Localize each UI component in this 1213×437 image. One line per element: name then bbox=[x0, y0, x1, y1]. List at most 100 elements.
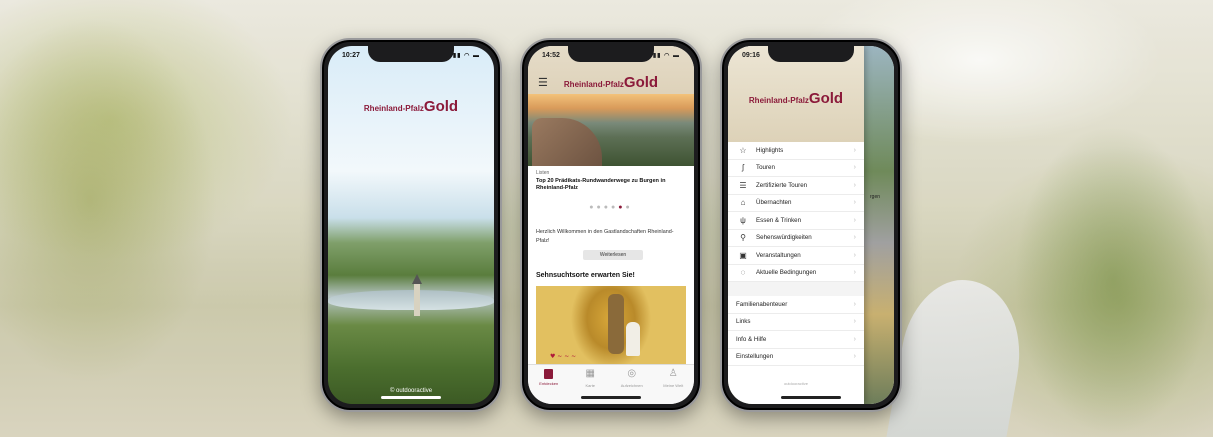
star-icon: ☆ bbox=[739, 145, 747, 155]
menu-item-label: Familienabenteuer bbox=[736, 300, 788, 308]
menu-item-label: Einstellungen bbox=[736, 353, 774, 361]
map-icon: ▦ bbox=[585, 368, 595, 379]
caption-title: Top 20 Prädikats-Rundwanderwege zu Burge… bbox=[536, 178, 666, 191]
tab-discover[interactable]: Entdecken bbox=[531, 369, 567, 404]
tree-left bbox=[0, 0, 300, 437]
section-title: Sehnsuchtsorte erwarten Sie! bbox=[536, 272, 635, 279]
menu-item-tours[interactable]: ʃ Touren › bbox=[728, 160, 864, 177]
logo-text-gold: Gold bbox=[623, 74, 659, 91]
menu-item-label: Info & Hilfe bbox=[736, 335, 767, 343]
chevron-right-icon: › bbox=[853, 216, 856, 224]
app-header: 14:52 ▮▮ ◠ ▬ ☰ Rheinland-PfalzGold bbox=[528, 46, 694, 94]
chevron-right-icon: › bbox=[853, 181, 856, 189]
drawer-header: 09:16 Rheinland-PfalzGold bbox=[728, 46, 864, 142]
phone-splash: 10:27 ▮▮ ◠ ▬ Rheinland-PfalzGold © outdo… bbox=[320, 38, 502, 412]
bed-icon: ⌂ bbox=[740, 198, 746, 208]
profile-icon: ♙ bbox=[668, 368, 678, 379]
carousel-dots[interactable]: ●●●●●● bbox=[528, 204, 694, 211]
read-more-button[interactable]: Weiterlesen bbox=[583, 250, 643, 260]
menu-item-label: Zertifizierte Touren bbox=[756, 181, 808, 189]
menu-divider bbox=[728, 282, 864, 296]
menu-item-food-drink[interactable]: ψ Essen & Trinken › bbox=[728, 212, 864, 230]
menu-item-label: Aktuelle Bedingungen bbox=[756, 269, 817, 277]
status-bar: 10:27 ▮▮ ◠ ▬ bbox=[328, 46, 494, 64]
discover-icon bbox=[544, 369, 554, 379]
secondary-menu-list: Familienabenteuer › Links › Info & Hilfe › … bbox=[728, 296, 864, 366]
couple bbox=[626, 322, 640, 356]
lake bbox=[328, 290, 494, 310]
menu-item-links[interactable]: Links › bbox=[728, 314, 864, 331]
menu-item-label: Sehenswürdigkeiten bbox=[756, 234, 812, 242]
chevron-right-icon: › bbox=[853, 269, 856, 277]
signal-wifi-battery-icon: ▮▮ ◠ ▬ bbox=[652, 52, 680, 59]
signal-wifi-battery-icon: ▮▮ ◠ ▬ bbox=[452, 52, 480, 59]
logo-text-small: Rheinland-Pfalz bbox=[563, 80, 624, 89]
chevron-right-icon: › bbox=[853, 335, 856, 343]
caption-label: Listen bbox=[536, 170, 550, 176]
feature-photo[interactable]: ♥ ~ ~ ~ bbox=[536, 286, 686, 368]
phone-menu: rgen 09:16 Rheinland-PfalzGold ☆ Highligh… bbox=[720, 38, 902, 412]
phone-home: 14:52 ▮▮ ◠ ▬ ☰ Rheinland-PfalzGold Liste… bbox=[520, 38, 702, 412]
menu-item-label: Touren bbox=[756, 164, 775, 172]
record-icon: ◎ bbox=[627, 368, 637, 379]
drawer-footer-credit: outdooractive bbox=[783, 381, 808, 386]
navigation-drawer: 09:16 Rheinland-PfalzGold ☆ Highlights › ʃ… bbox=[728, 46, 864, 404]
menu-item-conditions[interactable]: ◌ Aktuelle Bedingungen › bbox=[728, 265, 864, 282]
status-time: 10:27 bbox=[342, 51, 360, 59]
hero-caption[interactable]: Listen Top 20 Prädikats-Rundwanderwege z… bbox=[536, 170, 686, 192]
status-time: 14:52 bbox=[542, 51, 560, 59]
menu-item-sights[interactable]: ⚲ Sehenswürdigkeiten › bbox=[728, 230, 864, 247]
logo-text-small: Rheinland-Pfalz bbox=[363, 104, 424, 113]
chevron-right-icon: › bbox=[853, 199, 856, 207]
menu-item-certified-tours[interactable]: ☰ Zertifizierte Touren › bbox=[728, 177, 864, 195]
status-time: 09:16 bbox=[742, 51, 760, 59]
splash-screen: 10:27 ▮▮ ◠ ▬ Rheinland-PfalzGold © outdo… bbox=[328, 46, 494, 404]
app-logo: Rheinland-PfalzGold bbox=[528, 74, 694, 92]
chevron-right-icon: › bbox=[853, 251, 856, 259]
chevron-right-icon: › bbox=[853, 318, 856, 326]
app-logo: Rheinland-PfalzGold bbox=[728, 90, 864, 108]
home-indicator bbox=[781, 396, 841, 399]
home-indicator bbox=[581, 396, 641, 399]
sights-icon: ⚲ bbox=[740, 233, 746, 243]
home-screen: 14:52 ▮▮ ◠ ▬ ☰ Rheinland-PfalzGold Liste… bbox=[528, 46, 694, 404]
photo-script-overlay: ♥ ~ ~ ~ bbox=[550, 353, 577, 360]
splash-credit: © outdooractive bbox=[389, 388, 433, 394]
menu-screen: rgen 09:16 Rheinland-PfalzGold ☆ Highligh… bbox=[728, 46, 894, 404]
certified-icon: ☰ bbox=[739, 180, 747, 190]
tab-label: Meine Welt bbox=[663, 383, 684, 388]
chevron-right-icon: › bbox=[853, 146, 856, 154]
menu-item-events[interactable]: ▣ Veranstaltungen › bbox=[728, 247, 864, 265]
menu-item-accommodation[interactable]: ⌂ Übernachten › bbox=[728, 195, 864, 212]
tree-trunk bbox=[608, 294, 624, 354]
welcome-text: Herzlich Willkommen in den Gastlandschaf… bbox=[536, 229, 674, 244]
route-icon: ʃ bbox=[742, 163, 744, 173]
tab-label: Karte bbox=[585, 383, 596, 388]
logo-text-small: Rheinland-Pfalz bbox=[748, 96, 809, 105]
menu-item-highlights[interactable]: ☆ Highlights › bbox=[728, 142, 864, 160]
chevron-right-icon: › bbox=[853, 353, 856, 361]
tab-label: Entdecken bbox=[539, 381, 559, 386]
menu-item-label: Links bbox=[736, 318, 751, 326]
status-bar: 09:16 bbox=[728, 46, 894, 64]
menu-item-family[interactable]: Familienabenteuer › bbox=[728, 296, 864, 314]
chevron-right-icon: › bbox=[853, 164, 856, 172]
info-bubble-icon: ◌ bbox=[740, 268, 746, 278]
status-bar: 14:52 ▮▮ ◠ ▬ bbox=[528, 46, 694, 64]
menu-list: ☆ Highlights › ʃ Touren › ☰ Zertifizierte Tou… bbox=[728, 142, 864, 282]
tab-label: Aufzeichnen bbox=[620, 383, 643, 388]
menu-item-label: Veranstaltungen bbox=[756, 251, 801, 259]
menu-item-info-help[interactable]: Info & Hilfe › bbox=[728, 331, 864, 349]
chevron-right-icon: › bbox=[853, 300, 856, 308]
cutlery-icon: ψ bbox=[740, 215, 746, 225]
calendar-icon: ▣ bbox=[739, 250, 747, 260]
app-logo: Rheinland-PfalzGold bbox=[328, 98, 494, 116]
menu-item-settings[interactable]: Einstellungen › bbox=[728, 349, 864, 366]
menu-item-label: Übernachten bbox=[756, 199, 792, 207]
tab-my-world[interactable]: ♙ Meine Welt bbox=[655, 369, 691, 404]
logo-text-gold: Gold bbox=[423, 98, 459, 115]
menu-item-label: Essen & Trinken bbox=[756, 216, 802, 224]
logo-text-gold: Gold bbox=[808, 90, 844, 107]
home-indicator bbox=[381, 396, 441, 399]
background-text: rgen bbox=[870, 194, 881, 200]
